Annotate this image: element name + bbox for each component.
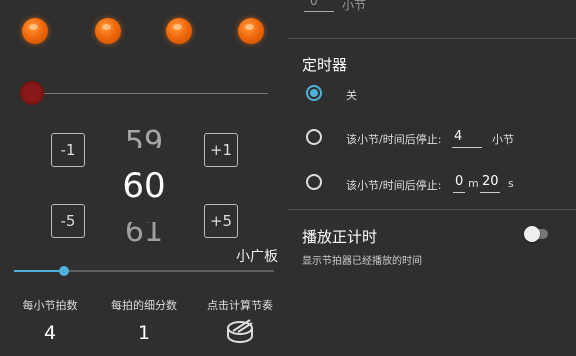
timer-time-label: 该小节/时间后停止: — [346, 179, 442, 192]
divider — [288, 209, 576, 210]
tempo-slider-knob[interactable] — [59, 266, 69, 276]
tempo-slider-fill — [14, 270, 64, 272]
timer-bars-radio[interactable] — [306, 129, 322, 145]
play-timer-description: 显示节拍器已经播放的时间 — [302, 256, 422, 267]
metronome-panel: -1 +1 -5 +5 59 60 61 小广板 每小节拍数 4 每拍的细分数 … — [0, 0, 288, 356]
bpm-next-value[interactable]: 61 — [104, 222, 184, 248]
drum-icon[interactable] — [224, 317, 256, 345]
timer-off-radio[interactable] — [306, 85, 322, 101]
settings-panel: 0 小节 定时器 关 该小节/时间后停止: 4 小节 该小节/时间后停止: 0 … — [288, 0, 576, 356]
play-timer-toggle-knob[interactable] — [524, 226, 540, 242]
bpm-minus-5-button[interactable]: -5 — [51, 204, 85, 238]
subdivisions-label: 每拍的细分数 — [111, 299, 177, 312]
timer-minutes-unit: m — [468, 177, 479, 190]
bpm-previous-value[interactable]: 59 — [104, 118, 184, 148]
timer-minutes-input[interactable]: 0 — [453, 174, 465, 193]
tempo-name-label: 小广板 — [236, 249, 278, 265]
timer-section-title: 定时器 — [302, 56, 348, 74]
beat-indicator-1 — [22, 18, 48, 44]
volume-slider-track — [20, 93, 268, 94]
beats-per-bar-label: 每小节拍数 — [22, 299, 78, 312]
timer-seconds-input[interactable]: 20 — [480, 174, 500, 193]
subdivisions-value[interactable]: 1 — [94, 322, 194, 344]
bpm-current-value[interactable]: 60 — [104, 166, 184, 206]
beat-indicator-4 — [238, 18, 264, 44]
tap-tempo-label: 点击计算节奏 — [207, 299, 273, 312]
beat-indicator-2 — [95, 18, 121, 44]
partial-bars-unit: 小节 — [342, 0, 367, 12]
timer-bars-unit: 小节 — [492, 133, 514, 146]
timer-bars-input[interactable]: 4 — [452, 129, 482, 148]
timer-seconds-unit: s — [508, 177, 514, 190]
bpm-minus-1-button[interactable]: -1 — [51, 133, 85, 167]
play-timer-title: 播放正计时 — [302, 228, 378, 246]
volume-slider-knob[interactable] — [20, 81, 44, 105]
beats-per-bar-value[interactable]: 4 — [0, 322, 100, 344]
bpm-plus-5-button[interactable]: +5 — [204, 204, 238, 238]
beat-indicator-3 — [166, 18, 192, 44]
timer-time-radio[interactable] — [306, 174, 322, 190]
timer-bars-label: 该小节/时间后停止: — [346, 133, 442, 146]
partial-bars-input[interactable]: 0 — [304, 0, 334, 12]
divider — [288, 38, 576, 39]
timer-off-label: 关 — [346, 89, 357, 102]
bpm-plus-1-button[interactable]: +1 — [204, 133, 238, 167]
